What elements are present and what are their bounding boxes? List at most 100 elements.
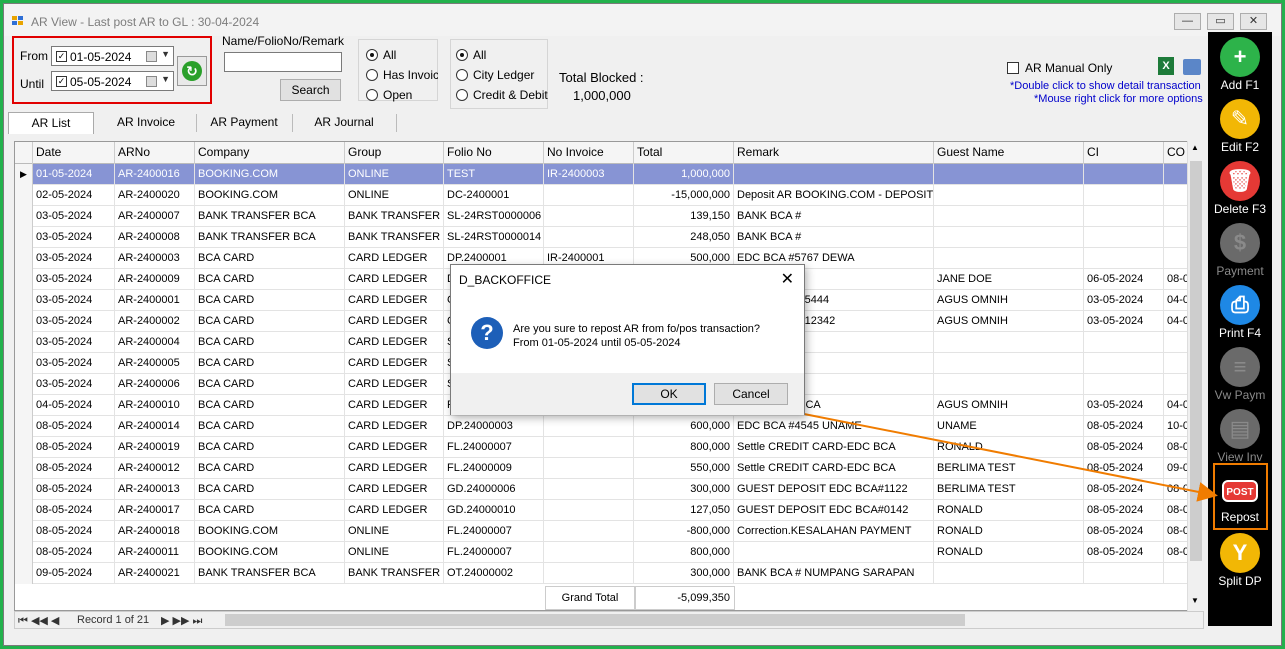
tab-ar-invoice[interactable]: AR Invoice bbox=[98, 112, 194, 134]
add-f1-button[interactable]: + Add F1 bbox=[1208, 34, 1272, 96]
table-cell: AR-2400009 bbox=[115, 269, 195, 290]
column-header[interactable]: Company bbox=[195, 142, 345, 164]
table-row[interactable]: 08-05-2024 AR-2400011 BOOKING.COM ONLINE FL.… bbox=[15, 542, 1203, 563]
from-label: From bbox=[20, 49, 48, 63]
table-row[interactable]: ▶ 01-05-2024 AR-2400016 BOOKING.COM ONLINE TE… bbox=[15, 164, 1203, 185]
table-row[interactable]: 02-05-2024 AR-2400020 BOOKING.COM ONLINE DC-… bbox=[15, 185, 1203, 206]
print-f4-button[interactable]: ⎙ Print F4 bbox=[1208, 282, 1272, 344]
row-header[interactable] bbox=[15, 458, 33, 479]
row-header[interactable] bbox=[15, 500, 33, 521]
row-header[interactable] bbox=[15, 521, 33, 542]
table-cell: AR-2400003 bbox=[115, 248, 195, 269]
vw-paym-button[interactable]: ≡ Vw Paym bbox=[1208, 344, 1272, 406]
row-header[interactable] bbox=[15, 416, 33, 437]
minimize-button[interactable]: — bbox=[1174, 13, 1201, 30]
network-icon[interactable] bbox=[1183, 59, 1201, 75]
hscroll-thumb[interactable] bbox=[225, 614, 965, 626]
table-row[interactable]: 09-05-2024 AR-2400021 BANK TRANSFER BCA BAN… bbox=[15, 563, 1203, 584]
column-header[interactable]: Total bbox=[634, 142, 734, 164]
table-cell: CARD LEDGER bbox=[345, 269, 444, 290]
tab-ar-payment[interactable]: AR Payment bbox=[198, 112, 290, 134]
cancel-button[interactable]: Cancel bbox=[714, 383, 788, 405]
row-header[interactable] bbox=[15, 206, 33, 227]
table-cell: BANK TRANSFER bbox=[345, 206, 444, 227]
edit-f2-button[interactable]: ✎ Edit F2 bbox=[1208, 96, 1272, 158]
table-row[interactable]: 08-05-2024 AR-2400019 BCA CARD CARD LEDGER F… bbox=[15, 437, 1203, 458]
scroll-down-icon[interactable]: ▼ bbox=[1191, 596, 1199, 605]
radio-invoice-all[interactable]: All bbox=[366, 48, 396, 62]
split-dp-button[interactable]: Y Split DP bbox=[1208, 530, 1272, 592]
nav-next-icon[interactable]: ▶ ▶▶ ⏭ bbox=[161, 614, 202, 628]
hint-right-click: *Mouse right click for more options bbox=[1034, 93, 1203, 105]
scroll-thumb[interactable] bbox=[1190, 161, 1202, 561]
column-header[interactable]: CI bbox=[1084, 142, 1164, 164]
radio-ledger-all[interactable]: All bbox=[456, 48, 486, 62]
row-header[interactable] bbox=[15, 437, 33, 458]
until-date-picker[interactable]: ✓ 05-05-2024 ▼ bbox=[51, 71, 174, 91]
row-header[interactable] bbox=[15, 290, 33, 311]
row-header[interactable] bbox=[15, 227, 33, 248]
column-header[interactable]: No Invoice bbox=[544, 142, 634, 164]
from-checkbox[interactable]: ✓ bbox=[56, 51, 67, 62]
table-cell: 08-05-2024 bbox=[1084, 437, 1164, 458]
horizontal-scrollbar[interactable]: ⏮ ◀◀ ◀ Record 1 of 21 ▶ ▶▶ ⏭ bbox=[14, 611, 1204, 629]
name-search-input[interactable] bbox=[224, 52, 342, 72]
search-button[interactable]: Search bbox=[280, 79, 341, 101]
row-header[interactable] bbox=[15, 269, 33, 290]
grand-total-value: -5,099,350 bbox=[635, 586, 735, 610]
column-header[interactable]: Date bbox=[33, 142, 115, 164]
delete-f3-button[interactable]: 🗑 Delete F3 bbox=[1208, 158, 1272, 220]
radio-credit-debit[interactable]: Credit & Debit bbox=[456, 88, 548, 102]
column-header[interactable]: ARNo bbox=[115, 142, 195, 164]
from-date-picker[interactable]: ✓ 01-05-2024 ▼ bbox=[51, 46, 174, 66]
tab-ar-list[interactable]: AR List bbox=[8, 112, 94, 134]
maximize-button[interactable]: ▭ bbox=[1207, 13, 1234, 30]
row-header[interactable] bbox=[15, 353, 33, 374]
dialog-close-icon[interactable]: ✕ bbox=[781, 269, 794, 289]
chevron-down-icon[interactable]: ▼ bbox=[161, 74, 170, 84]
nav-first-icon[interactable]: ⏮ ◀◀ ◀ bbox=[18, 614, 59, 628]
radio-open[interactable]: Open bbox=[366, 88, 412, 102]
row-header[interactable] bbox=[15, 311, 33, 332]
column-header[interactable]: Remark bbox=[734, 142, 934, 164]
ok-button[interactable]: OK bbox=[632, 383, 706, 405]
table-cell bbox=[934, 374, 1084, 395]
row-header[interactable] bbox=[15, 248, 33, 269]
tab-ar-journal[interactable]: AR Journal bbox=[294, 112, 394, 134]
table-row[interactable]: 08-05-2024 AR-2400018 BOOKING.COM ONLINE FL.… bbox=[15, 521, 1203, 542]
radio-has-invoice[interactable]: Has Invoice bbox=[366, 68, 438, 82]
view-inv-button[interactable]: ▤ View Inv bbox=[1208, 406, 1272, 468]
vertical-scrollbar[interactable]: ▲ ▼ bbox=[1187, 141, 1204, 611]
table-row[interactable]: 03-05-2024 AR-2400007 BANK TRANSFER BCA BAN… bbox=[15, 206, 1203, 227]
table-row[interactable]: 08-05-2024 AR-2400017 BCA CARD CARD LEDGER G… bbox=[15, 500, 1203, 521]
column-header[interactable]: Folio No bbox=[444, 142, 544, 164]
row-header[interactable] bbox=[15, 395, 33, 416]
table-cell: AGUS OMNIH bbox=[934, 395, 1084, 416]
ar-manual-only-checkbox[interactable]: AR Manual Only bbox=[1007, 61, 1112, 75]
chevron-down-icon[interactable]: ▼ bbox=[161, 49, 170, 59]
payment-button[interactable]: $ Payment bbox=[1208, 220, 1272, 282]
table-cell: CARD LEDGER bbox=[345, 374, 444, 395]
table-cell: AR-2400014 bbox=[115, 416, 195, 437]
until-checkbox[interactable]: ✓ bbox=[56, 76, 67, 87]
row-header[interactable] bbox=[15, 479, 33, 500]
table-row[interactable]: 08-05-2024 AR-2400014 BCA CARD CARD LEDGER D… bbox=[15, 416, 1203, 437]
table-row[interactable]: 08-05-2024 AR-2400013 BCA CARD CARD LEDGER G… bbox=[15, 479, 1203, 500]
scroll-up-icon[interactable]: ▲ bbox=[1191, 143, 1199, 152]
refresh-button[interactable]: ↻ bbox=[177, 56, 207, 86]
row-header[interactable] bbox=[15, 542, 33, 563]
column-header[interactable]: Group bbox=[345, 142, 444, 164]
table-cell: 600,000 bbox=[634, 416, 734, 437]
radio-city-ledger[interactable]: City Ledger bbox=[456, 68, 534, 82]
excel-export-icon[interactable]: X bbox=[1158, 57, 1174, 75]
row-header[interactable] bbox=[15, 332, 33, 353]
current-row-indicator-icon[interactable]: ▶ bbox=[15, 164, 33, 185]
row-header[interactable] bbox=[15, 563, 33, 584]
table-row[interactable]: 08-05-2024 AR-2400012 BCA CARD CARD LEDGER F… bbox=[15, 458, 1203, 479]
table-row[interactable]: 03-05-2024 AR-2400008 BANK TRANSFER BCA BAN… bbox=[15, 227, 1203, 248]
table-cell: BOOKING.COM bbox=[195, 521, 345, 542]
close-button[interactable]: ✕ bbox=[1240, 13, 1267, 30]
row-header[interactable] bbox=[15, 374, 33, 395]
column-header[interactable]: Guest Name bbox=[934, 142, 1084, 164]
row-header[interactable] bbox=[15, 185, 33, 206]
